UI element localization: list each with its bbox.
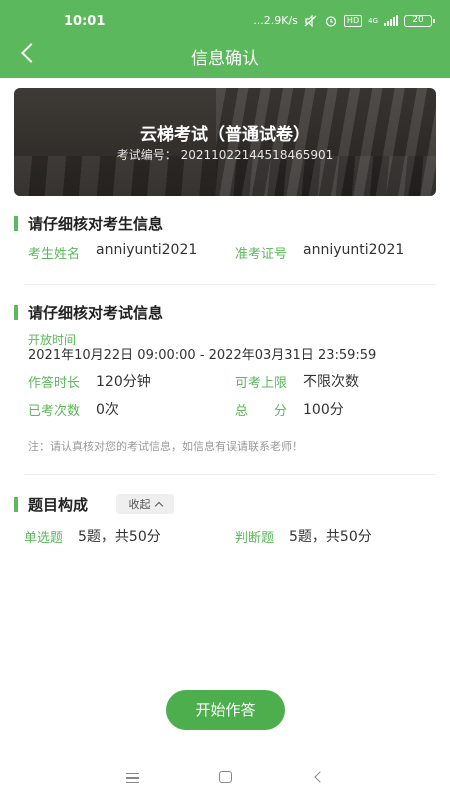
status-time: 10:01 [64, 14, 106, 29]
back-triangle-icon[interactable] [314, 771, 326, 783]
divider [24, 474, 436, 475]
duration-label: 作答时长 [28, 376, 81, 391]
exam-code-line: 考试编号： 20211022144518465901 [14, 146, 436, 163]
attempts-taken-value: 0次 [96, 402, 119, 418]
hd-badge: HD [343, 14, 363, 27]
exam-banner: 云梯考试（普通试卷） 考试编号： 20211022144518465901 [14, 88, 436, 196]
exam-section-header: 请仔细核对考试信息 [14, 302, 163, 323]
single-choice-label: 单选题 [24, 531, 64, 546]
exam-section-title: 请仔细核对考试信息 [28, 304, 164, 322]
true-false-label: 判断题 [235, 531, 275, 546]
section-accent-bar [14, 305, 18, 320]
single-choice-value: 5题，共50分 [78, 529, 161, 545]
battery-icon: 20 [404, 14, 435, 27]
ticket-number-value: anniyunti2021 [303, 242, 405, 258]
attempt-limit-value: 不限次数 [303, 374, 359, 390]
section-accent-bar [14, 216, 18, 231]
mute-icon [304, 14, 318, 27]
exam-title: 云梯考试（普通试卷） [140, 125, 310, 145]
duration-value: 120分钟 [96, 374, 151, 390]
section-accent-bar [14, 497, 18, 512]
candidate-section-title: 请仔细核对考生信息 [28, 215, 164, 233]
composition-section-title: 题目构成 [28, 496, 89, 514]
status-icons: ...2.9K/s HD 4G 20 [253, 14, 435, 27]
candidate-name-label: 考生姓名 [28, 247, 81, 262]
alarm-icon [324, 15, 338, 27]
attempts-taken-label: 已考次数 [28, 404, 81, 419]
collapse-label: 收起 [128, 498, 151, 511]
attempt-limit-label: 可考上限 [235, 376, 288, 391]
total-score-label: 总 分 [235, 404, 288, 419]
total-score-value: 100分 [303, 402, 344, 418]
menu-icon[interactable] [126, 773, 139, 783]
system-navigation-bar [0, 760, 450, 800]
composition-section-header: 题目构成 [14, 494, 88, 515]
network-type: 4G [368, 16, 378, 25]
collapse-button[interactable]: 收起 [116, 494, 174, 514]
signal-icon [384, 15, 398, 26]
ticket-number-label: 准考证号 [235, 247, 288, 262]
network-speed: ...2.9K/s [253, 14, 298, 27]
divider [24, 284, 436, 285]
verification-note: 注：请认真核对您的考试信息，如信息有误请联系老师！ [28, 440, 303, 453]
status-bar: 10:01 ...2.9K/s HD 4G 20 [0, 0, 450, 40]
exam-code-label: 考试编号： [116, 148, 177, 162]
page-title: 信息确认 [191, 49, 259, 69]
battery-level: 20 [412, 14, 424, 25]
start-exam-button[interactable]: 开始作答 [166, 690, 285, 730]
home-square-icon[interactable] [219, 771, 232, 783]
app-header: 10:01 ...2.9K/s HD 4G 20 信息确认 [0, 0, 450, 78]
candidate-name-value: anniyunti2021 [96, 242, 198, 258]
candidate-section-header: 请仔细核对考生信息 [14, 213, 163, 234]
exam-code: 20211022144518465901 [180, 148, 334, 162]
true-false-value: 5题，共50分 [289, 529, 372, 545]
open-time-value: 2021年10月22日 09:00:00 - 2022年03月31日 23:59… [28, 348, 377, 363]
chevron-up-icon [154, 501, 163, 510]
